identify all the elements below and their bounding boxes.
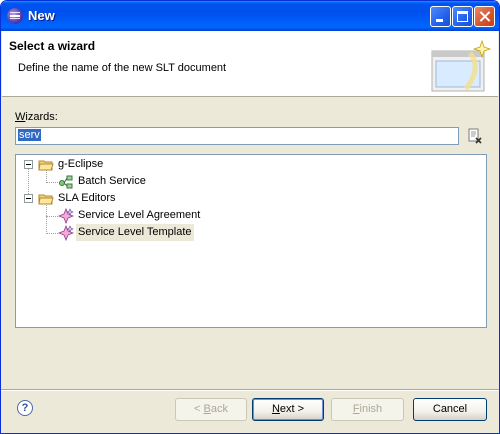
- tree-item-service-level-template[interactable]: Service Level Template: [16, 224, 486, 241]
- wizards-label-mnemonic: W: [15, 111, 26, 123]
- collapse-icon[interactable]: [24, 160, 33, 169]
- eclipse-icon: [7, 8, 23, 24]
- minimize-button[interactable]: [430, 6, 451, 27]
- tree-item-label: g-Eclipse: [58, 158, 104, 170]
- finish-button-label: inish: [359, 403, 383, 415]
- tree-item-g-eclipse[interactable]: g-Eclipse: [16, 156, 486, 173]
- finish-button-mnemonic: F: [352, 403, 360, 415]
- tree-item-label: SLA Editors: [58, 192, 116, 204]
- back-button-mnemonic: B: [203, 403, 211, 415]
- tree-item-label: Service Level Agreement: [78, 209, 201, 221]
- close-button[interactable]: [474, 6, 495, 27]
- window-title: New: [28, 8, 55, 23]
- folder-icon: [38, 160, 54, 171]
- tree-item-sla-editors[interactable]: SLA Editors: [16, 190, 486, 207]
- collapse-icon[interactable]: [24, 194, 33, 203]
- tree-item-batch-service[interactable]: Batch Service: [16, 173, 486, 190]
- tree-item-label: Batch Service: [78, 175, 146, 187]
- tree-item-service-level-agreement[interactable]: Service Level Agreement: [16, 207, 486, 224]
- sla-icon: [58, 208, 74, 224]
- wizard-filter-input[interactable]: serv: [15, 127, 459, 145]
- cancel-button[interactable]: Cancel: [413, 398, 487, 421]
- minimize-icon: [436, 19, 443, 22]
- cancel-button-label: Cancel: [432, 403, 468, 415]
- next-button-mnemonic: N: [271, 403, 280, 415]
- next-button[interactable]: Next >: [252, 398, 324, 421]
- maximize-button[interactable]: [452, 6, 473, 27]
- page-description: Define the name of the new SLT document: [18, 62, 227, 74]
- folder-icon: [38, 194, 54, 205]
- back-button[interactable]: < Back: [175, 398, 247, 421]
- new-wizard-banner-icon: [431, 39, 492, 92]
- slt-icon: [58, 225, 74, 241]
- filter-selected-text: serv: [18, 129, 41, 141]
- footer-divider: [1, 389, 499, 391]
- help-icon[interactable]: ?: [17, 400, 33, 416]
- close-icon: [475, 7, 494, 26]
- back-button-prefix: <: [194, 403, 204, 415]
- page-title: Select a wizard: [9, 39, 96, 53]
- wizards-label: Wizards:: [15, 111, 58, 123]
- back-button-label: ack: [210, 403, 228, 415]
- clear-filter-icon[interactable]: [467, 128, 483, 144]
- wizards-label-text: izards:: [25, 111, 58, 123]
- batch-service-icon: [59, 175, 73, 189]
- finish-button[interactable]: Finish: [331, 398, 404, 421]
- next-button-label: ext >: [279, 403, 305, 415]
- maximize-icon: [457, 11, 468, 22]
- tree-item-label: Service Level Template: [76, 224, 194, 241]
- new-wizard-dialog: New Select a wizard Define the name of t…: [0, 0, 500, 434]
- title-bar[interactable]: New: [1, 1, 499, 31]
- wizard-tree[interactable]: g-Eclipse Batch Service SLA Editors Serv…: [15, 154, 487, 328]
- wizard-header: Select a wizard Define the name of the n…: [2, 31, 498, 97]
